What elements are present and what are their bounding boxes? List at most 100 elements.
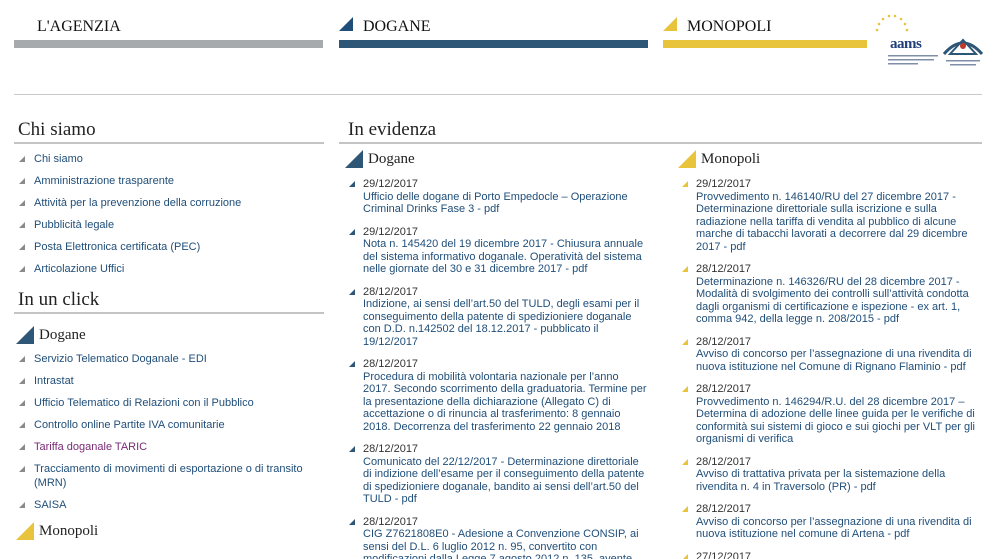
bullet-triangle-icon bbox=[19, 502, 25, 508]
tab-monopoli-label: MONOPOLI bbox=[663, 14, 867, 40]
news-link[interactable]: Comunicato del 22/12/2017 - Determinazio… bbox=[363, 456, 648, 506]
news-link[interactable]: Provvedimento n. 146140/RU del 27 dicemb… bbox=[696, 191, 982, 254]
news-item: 27/12/2017 bbox=[676, 551, 982, 559]
saisa-link[interactable]: SAISA bbox=[14, 498, 324, 512]
tab-dogane[interactable]: DOGANE bbox=[339, 14, 648, 50]
tab-agenzia-label: L'AGENZIA bbox=[37, 18, 121, 35]
news-item: 28/12/2017 Avviso di concorso per l’asseg… bbox=[676, 503, 982, 541]
dogane-triangle-icon bbox=[16, 326, 34, 344]
monopoli-triangle-icon bbox=[678, 150, 696, 168]
bullet-triangle-icon bbox=[19, 266, 25, 272]
news-item: 28/12/2017 Provvedimento n. 146294/R.U. d… bbox=[676, 383, 982, 446]
news-date: 28/12/2017 bbox=[363, 515, 419, 528]
news-item: 29/12/2017 Provvedimento n. 146140/RU del… bbox=[676, 178, 982, 253]
pec-link[interactable]: Posta Elettronica certificata (PEC) bbox=[14, 240, 324, 254]
bullet-triangle-icon bbox=[349, 181, 355, 187]
tab-monopoli-bar bbox=[663, 40, 867, 48]
urp-link[interactable]: Ufficio Telematico di Relazioni con il P… bbox=[14, 396, 324, 410]
bullet-triangle-icon bbox=[682, 266, 688, 272]
bullet-triangle-icon bbox=[19, 222, 25, 228]
news-link[interactable]: Avviso di trattativa privata per la sist… bbox=[696, 468, 982, 493]
in-evidenza-title: In evidenza bbox=[339, 118, 982, 144]
news-date: 28/12/2017 bbox=[696, 455, 752, 468]
top-navigation: L'AGENZIA DOGANE MONOPOLI aams bbox=[0, 0, 1000, 95]
news-item: 29/12/2017 Nota n. 145420 del 19 dicembre… bbox=[343, 226, 648, 276]
tab-dogane-bar bbox=[339, 40, 648, 48]
edi-link[interactable]: Servizio Telematico Doganale - EDI bbox=[14, 352, 324, 366]
news-item: 28/12/2017 Avviso di trattativa privata p… bbox=[676, 456, 982, 494]
evidenza-dogane-column: Dogane 29/12/2017 Ufficio delle dogane di… bbox=[343, 148, 648, 559]
news-date: 28/12/2017 bbox=[363, 443, 419, 455]
mrn-link[interactable]: Tracciamento di movimenti di esportazion… bbox=[14, 462, 324, 490]
gioco-legale-logo-icon[interactable] bbox=[940, 30, 986, 70]
news-link[interactable]: Indizione, ai sensi dell’art.50 del TULD… bbox=[363, 298, 648, 348]
bullet-triangle-icon bbox=[682, 181, 688, 187]
news-date: 28/12/2017 bbox=[696, 503, 752, 515]
news-link[interactable]: Avviso di concorso per l’assegnazione di… bbox=[696, 516, 982, 541]
news-date: 28/12/2017 bbox=[696, 383, 752, 395]
bullet-triangle-icon bbox=[19, 200, 25, 206]
news-item: 28/12/2017 Procedura di mobilità volontar… bbox=[343, 358, 648, 433]
bullet-triangle-icon bbox=[349, 288, 355, 295]
in-un-click-dogane-list: Servizio Telematico Doganale - EDI Intra… bbox=[14, 352, 324, 512]
chi-siamo-title: Chi siamo bbox=[14, 118, 324, 144]
bullet-triangle-icon bbox=[349, 228, 355, 235]
in-un-click-monopoli-heading: Monopoli bbox=[14, 520, 324, 542]
news-link[interactable]: Avviso di concorso per l’assegnazione di… bbox=[696, 348, 982, 373]
news-link[interactable]: Ufficio delle dogane di Porto Empedocle … bbox=[363, 191, 648, 216]
dogane-triangle-icon bbox=[345, 150, 363, 168]
bullet-triangle-icon bbox=[349, 361, 355, 367]
amministrazione-trasparente-link[interactable]: Amministrazione trasparente bbox=[14, 174, 324, 188]
bullet-triangle-icon bbox=[19, 400, 25, 406]
news-item: 28/12/2017 Comunicato del 22/12/2017 - De… bbox=[343, 443, 648, 506]
bullet-triangle-icon bbox=[19, 178, 25, 184]
news-date: 28/12/2017 bbox=[696, 263, 752, 275]
news-item: 28/12/2017 Determinazione n. 146326/RU de… bbox=[676, 263, 982, 326]
articolazione-uffici-link[interactable]: Articolazione Uffici bbox=[14, 262, 324, 276]
prevenzione-corruzione-link[interactable]: Attività per la prevenzione della corruz… bbox=[14, 196, 324, 210]
news-link[interactable]: Nota n. 145420 del 19 dicembre 2017 - Ch… bbox=[363, 238, 648, 276]
news-date: 29/12/2017 bbox=[363, 178, 419, 190]
news-date: 28/12/2017 bbox=[363, 285, 419, 298]
bullet-triangle-icon bbox=[19, 244, 25, 250]
news-item: 28/12/2017 CIG Z7621808E0 - Adesione a Co… bbox=[343, 516, 648, 559]
bullet-triangle-icon bbox=[19, 378, 25, 384]
tab-dogane-label: DOGANE bbox=[339, 14, 648, 40]
aams-logo-text: aams bbox=[890, 36, 922, 52]
intrastat-link[interactable]: Intrastat bbox=[14, 374, 324, 388]
left-column: Chi siamo Chi siamo Amministrazione tras… bbox=[14, 118, 324, 542]
taric-link[interactable]: Tariffa doganale TARIC bbox=[14, 440, 324, 454]
aams-subtitle-icon bbox=[888, 55, 938, 65]
bullet-triangle-icon bbox=[19, 156, 25, 162]
pubblicita-legale-link[interactable]: Pubblicità legale bbox=[14, 218, 324, 232]
evidenza-monopoli-heading: Monopoli bbox=[676, 148, 982, 170]
monopoli-triangle-icon bbox=[16, 522, 34, 540]
bullet-triangle-icon bbox=[19, 422, 25, 428]
bullet-triangle-icon bbox=[349, 446, 355, 452]
news-item: 29/12/2017 Ufficio delle dogane di Porto … bbox=[343, 178, 648, 216]
news-date: 29/12/2017 bbox=[696, 178, 752, 190]
news-link[interactable]: Procedura di mobilità volontaria naziona… bbox=[363, 371, 648, 434]
tab-monopoli[interactable]: MONOPOLI bbox=[663, 14, 867, 50]
aams-logo[interactable]: aams bbox=[868, 14, 938, 74]
news-date: 27/12/2017 bbox=[696, 550, 752, 559]
in-un-click-title: In un click bbox=[14, 288, 324, 314]
monopoli-news-list: 29/12/2017 Provvedimento n. 146140/RU del… bbox=[676, 178, 982, 559]
chi-siamo-link[interactable]: Chi siamo bbox=[14, 152, 324, 166]
bullet-triangle-icon bbox=[19, 466, 25, 472]
news-item: 28/12/2017 Indizione, ai sensi dell’art.5… bbox=[343, 286, 648, 349]
news-item: 28/12/2017 Avviso di concorso per l’asseg… bbox=[676, 336, 982, 374]
news-date: 28/12/2017 bbox=[363, 358, 419, 370]
bullet-triangle-icon bbox=[19, 444, 25, 450]
news-link[interactable]: CIG Z7621808E0 - Adesione a Convenzione … bbox=[363, 528, 648, 559]
news-link[interactable]: Provvedimento n. 146294/R.U. del 28 dice… bbox=[696, 396, 982, 446]
partite-iva-link[interactable]: Controllo online Partite IVA comunitarie bbox=[14, 418, 324, 432]
tab-agenzia[interactable]: L'AGENZIA bbox=[14, 14, 323, 50]
evidenza-dogane-heading: Dogane bbox=[343, 148, 648, 170]
tab-agenzia-bar bbox=[14, 40, 323, 48]
evidenza-monopoli-column: Monopoli 29/12/2017 Provvedimento n. 1461… bbox=[676, 148, 982, 559]
bullet-triangle-icon bbox=[682, 338, 688, 345]
eu-stars-icon bbox=[875, 14, 909, 32]
news-link[interactable]: Determinazione n. 146326/RU del 28 dicem… bbox=[696, 276, 982, 326]
chi-siamo-list: Chi siamo Amministrazione trasparente At… bbox=[14, 152, 324, 276]
